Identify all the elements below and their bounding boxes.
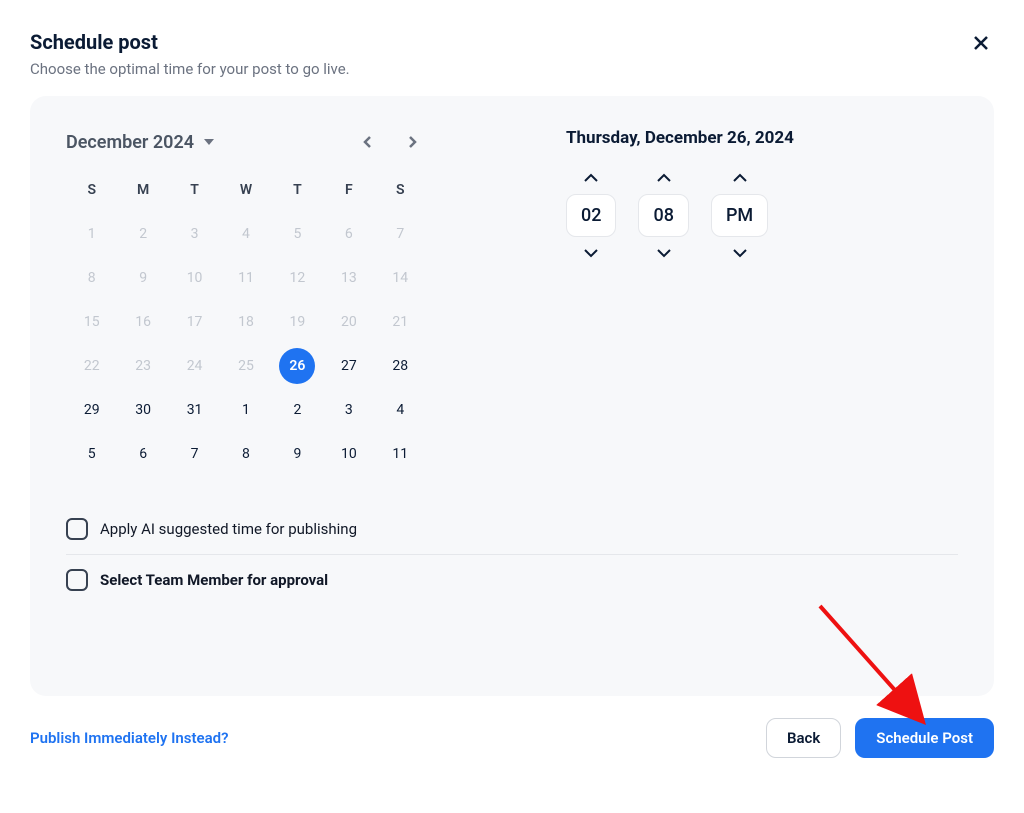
calendar-day[interactable]: 4 xyxy=(375,388,426,432)
period-down-button[interactable] xyxy=(728,245,752,261)
minute-value[interactable]: 08 xyxy=(638,194,688,237)
selected-date-label: Thursday, December 26, 2024 xyxy=(566,128,794,148)
ai-time-label: Apply AI suggested time for publishing xyxy=(100,520,357,538)
weekday-label: S xyxy=(375,174,426,212)
calendar-day[interactable]: 5 xyxy=(66,432,117,476)
weekday-label: S xyxy=(66,174,117,212)
schedule-post-button[interactable]: Schedule Post xyxy=(855,718,994,758)
publish-now-link[interactable]: Publish Immediately Instead? xyxy=(30,729,228,747)
calendar-day[interactable]: 9 xyxy=(272,432,323,476)
calendar-day[interactable]: 6 xyxy=(117,432,168,476)
calendar-day[interactable]: 12 xyxy=(272,256,323,300)
calendar-day[interactable]: 4 xyxy=(220,212,271,256)
calendar-day[interactable]: 3 xyxy=(323,388,374,432)
hour-value[interactable]: 02 xyxy=(566,194,616,237)
calendar-day[interactable]: 8 xyxy=(220,432,271,476)
team-member-label: Select Team Member for approval xyxy=(100,571,328,589)
calendar-day[interactable]: 15 xyxy=(66,300,117,344)
calendar-day[interactable]: 1 xyxy=(220,388,271,432)
calendar-day[interactable]: 10 xyxy=(323,432,374,476)
calendar-day[interactable]: 3 xyxy=(169,212,220,256)
weekday-label: M xyxy=(117,174,168,212)
calendar-day[interactable]: 22 xyxy=(66,344,117,388)
calendar-day[interactable]: 26 xyxy=(272,344,323,388)
hour-up-button[interactable] xyxy=(579,170,603,186)
back-button[interactable]: Back xyxy=(766,718,841,758)
calendar-day[interactable]: 16 xyxy=(117,300,168,344)
period-value[interactable]: PM xyxy=(711,194,768,237)
month-selector[interactable]: December 2024 xyxy=(66,132,214,153)
calendar-day[interactable]: 6 xyxy=(323,212,374,256)
calendar-day[interactable]: 28 xyxy=(375,344,426,388)
calendar-day[interactable]: 25 xyxy=(220,344,271,388)
calendar-day[interactable]: 11 xyxy=(220,256,271,300)
annotation-arrow-icon xyxy=(800,596,940,736)
weekday-label: W xyxy=(220,174,271,212)
calendar-day[interactable]: 20 xyxy=(323,300,374,344)
next-month-button[interactable] xyxy=(398,128,426,156)
calendar-day[interactable]: 31 xyxy=(169,388,220,432)
calendar-day[interactable]: 8 xyxy=(66,256,117,300)
schedule-panel: December 2024 SMTWTFS 123456789101112131… xyxy=(30,96,994,696)
minute-up-button[interactable] xyxy=(652,170,676,186)
ai-time-checkbox[interactable] xyxy=(66,518,88,540)
calendar-day[interactable]: 29 xyxy=(66,388,117,432)
calendar-day[interactable]: 24 xyxy=(169,344,220,388)
calendar-day[interactable]: 18 xyxy=(220,300,271,344)
calendar: December 2024 SMTWTFS 123456789101112131… xyxy=(66,128,426,476)
prev-month-button[interactable] xyxy=(354,128,382,156)
close-button[interactable] xyxy=(968,30,994,56)
calendar-day[interactable]: 5 xyxy=(272,212,323,256)
minute-down-button[interactable] xyxy=(652,245,676,261)
calendar-day[interactable]: 13 xyxy=(323,256,374,300)
calendar-day[interactable]: 27 xyxy=(323,344,374,388)
calendar-day[interactable]: 14 xyxy=(375,256,426,300)
calendar-day[interactable]: 23 xyxy=(117,344,168,388)
calendar-day[interactable]: 10 xyxy=(169,256,220,300)
calendar-day[interactable]: 1 xyxy=(66,212,117,256)
calendar-day[interactable]: 7 xyxy=(375,212,426,256)
hour-down-button[interactable] xyxy=(579,245,603,261)
weekday-label: T xyxy=(272,174,323,212)
calendar-day[interactable]: 17 xyxy=(169,300,220,344)
modal-subtitle: Choose the optimal time for your post to… xyxy=(30,60,994,78)
month-label: December 2024 xyxy=(66,132,194,153)
calendar-day[interactable]: 2 xyxy=(117,212,168,256)
period-up-button[interactable] xyxy=(728,170,752,186)
calendar-day[interactable]: 30 xyxy=(117,388,168,432)
calendar-day[interactable]: 7 xyxy=(169,432,220,476)
weekday-label: T xyxy=(169,174,220,212)
calendar-day[interactable]: 11 xyxy=(375,432,426,476)
calendar-day[interactable]: 19 xyxy=(272,300,323,344)
weekday-label: F xyxy=(323,174,374,212)
calendar-day[interactable]: 21 xyxy=(375,300,426,344)
modal-title: Schedule post xyxy=(30,30,994,54)
calendar-day[interactable]: 2 xyxy=(272,388,323,432)
team-member-checkbox[interactable] xyxy=(66,569,88,591)
calendar-day[interactable]: 9 xyxy=(117,256,168,300)
dropdown-icon xyxy=(204,139,214,145)
